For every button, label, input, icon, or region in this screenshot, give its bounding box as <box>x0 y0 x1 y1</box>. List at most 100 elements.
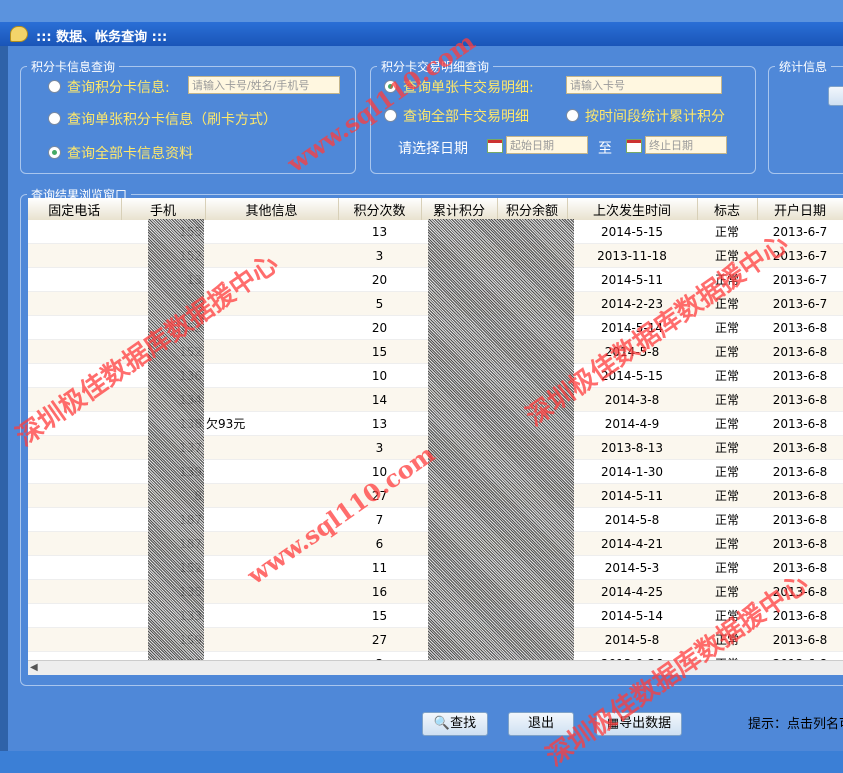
table-cell: 2013-9-26 <box>567 651 697 660</box>
table-cell: 正常 <box>697 627 757 652</box>
table-cell <box>205 603 338 628</box>
txn-query-option-1[interactable]: 查询单张卡交易明细: <box>384 77 534 97</box>
column-header[interactable]: 开户日期 <box>757 198 843 220</box>
card-query-option-1[interactable]: 查询积分卡信息: <box>48 77 170 97</box>
table-cell: 2013-6-8 <box>757 435 843 460</box>
radio-icon[interactable] <box>566 108 579 122</box>
table-cell: 正常 <box>697 531 757 556</box>
txn-query-option-1-label: 查询单张卡交易明细: <box>403 80 534 96</box>
table-cell <box>28 459 121 484</box>
table-cell: 正常 <box>697 411 757 436</box>
horizontal-scrollbar[interactable]: ◀ <box>28 660 843 675</box>
table-cell <box>205 459 338 484</box>
results-grid[interactable]: 固定电话手机其他信息积分次数累计积分积分余额上次发生时间标志开户日期 15 5 13… <box>28 198 843 660</box>
table-cell: 20 <box>338 315 421 340</box>
table-cell <box>205 291 338 316</box>
desktop-band <box>0 0 843 22</box>
column-header[interactable]: 累计积分 <box>421 198 498 220</box>
stats-button[interactable] <box>828 86 843 106</box>
table-cell: 2013-6-8 <box>757 507 843 532</box>
txn-query-option-3[interactable]: 按时间段统计累计积分 <box>566 106 725 126</box>
column-header[interactable]: 手机 <box>121 198 206 220</box>
column-header[interactable]: 标志 <box>697 198 758 220</box>
table-cell <box>28 363 121 388</box>
column-header[interactable]: 积分次数 <box>338 198 422 220</box>
card-query-option-2[interactable]: 查询单张积分卡信息（刷卡方式） <box>48 109 277 129</box>
start-date-input[interactable]: 起始日期 <box>506 136 588 154</box>
radio-icon[interactable] <box>48 111 61 125</box>
table-cell: 10 <box>338 459 421 484</box>
table-cell <box>28 411 121 436</box>
calendar-icon[interactable] <box>626 139 642 153</box>
search-icon: 🔍 <box>433 716 451 731</box>
calendar-icon[interactable] <box>487 139 503 153</box>
table-cell <box>205 315 338 340</box>
end-date-input[interactable]: 终止日期 <box>645 136 727 154</box>
radio-selected-icon[interactable] <box>48 145 61 159</box>
card-query-legend: 积分卡信息查询 <box>31 60 116 74</box>
radio-icon[interactable] <box>48 79 61 93</box>
table-cell <box>28 507 121 532</box>
table-cell: 正常 <box>697 483 757 508</box>
table-cell: 2013-6-7 <box>757 243 843 268</box>
table-cell: 2014-2-23 <box>567 291 697 316</box>
txn-query-option-2[interactable]: 查询全部卡交易明细 <box>384 106 529 126</box>
card-search-input[interactable]: 请输入卡号/姓名/手机号 <box>188 76 340 94</box>
table-cell: 2014-4-25 <box>567 579 697 604</box>
table-cell: 2014-4-9 <box>567 411 697 436</box>
date-label: 请选择日期 <box>398 141 468 157</box>
table-cell: 10 <box>338 363 421 388</box>
table-cell: 7 <box>338 507 421 532</box>
table-cell: 2014-4-21 <box>567 531 697 556</box>
table-cell: 2014-5-8 <box>567 627 697 652</box>
table-cell <box>205 531 338 556</box>
scroll-left-icon[interactable]: ◀ <box>30 662 38 673</box>
table-cell: 2013-6-8 <box>757 315 843 340</box>
exit-button[interactable]: 退出 <box>508 712 574 736</box>
date-to-label: 至 <box>598 141 612 157</box>
search-button[interactable]: 🔍查找 <box>422 712 488 736</box>
redaction-mosaic <box>428 219 574 660</box>
table-cell <box>205 243 338 268</box>
table-cell: 正常 <box>697 435 757 460</box>
stats-group: 统计信息 <box>768 58 843 174</box>
export-button[interactable]: ▦导出数据 <box>596 712 682 736</box>
column-header[interactable]: 积分余额 <box>497 198 568 220</box>
table-cell: 2013-6-7 <box>757 291 843 316</box>
table-cell <box>28 579 121 604</box>
table-cell: 2014-5-14 <box>567 315 697 340</box>
chat-bubble-icon <box>10 26 28 42</box>
table-cell: 3 <box>338 243 421 268</box>
table-cell <box>28 435 121 460</box>
radio-selected-icon[interactable] <box>384 79 397 93</box>
table-cell <box>205 627 338 652</box>
column-header[interactable]: 固定电话 <box>28 198 122 220</box>
radio-icon[interactable] <box>384 108 397 122</box>
column-header[interactable]: 其他信息 <box>205 198 339 220</box>
card-query-option-3[interactable]: 查询全部卡信息资料 <box>48 143 193 163</box>
card-query-option-3-label: 查询全部卡信息资料 <box>67 146 193 162</box>
table-cell <box>28 220 121 244</box>
table-cell: 正常 <box>697 220 757 244</box>
table-cell: 正常 <box>697 387 757 412</box>
card-query-option-1-label: 查询积分卡信息: <box>67 80 170 96</box>
table-cell <box>28 339 121 364</box>
table-cell: 2013-6-8 <box>757 483 843 508</box>
table-cell: 2013-6-8 <box>757 555 843 580</box>
table-cell: 2014-5-14 <box>567 603 697 628</box>
txn-query-legend: 积分卡交易明细查询 <box>381 60 490 74</box>
table-cell <box>205 339 338 364</box>
table-cell: 正常 <box>697 243 757 268</box>
window-titlebar: ::: 数据、帐务查询 ::: <box>0 22 843 46</box>
stats-legend: 统计信息 <box>779 60 828 74</box>
window-title: ::: 数据、帐务查询 ::: <box>36 30 168 45</box>
table-cell: 正常 <box>697 363 757 388</box>
table-cell: 2013-6-7 <box>757 267 843 292</box>
txn-card-input[interactable]: 请输入卡号 <box>566 76 722 94</box>
table-cell <box>205 555 338 580</box>
card-query-option-2-label: 查询单张积分卡信息（刷卡方式） <box>67 112 277 128</box>
table-cell: 2013-6-8 <box>757 363 843 388</box>
header-row: 固定电话 手机 其他信息 积分次数 累计积分 积分余额 上次发生时间 标志 开户日期 <box>28 198 843 220</box>
table-cell: 正常 <box>697 339 757 364</box>
column-header[interactable]: 上次发生时间 <box>567 198 698 220</box>
